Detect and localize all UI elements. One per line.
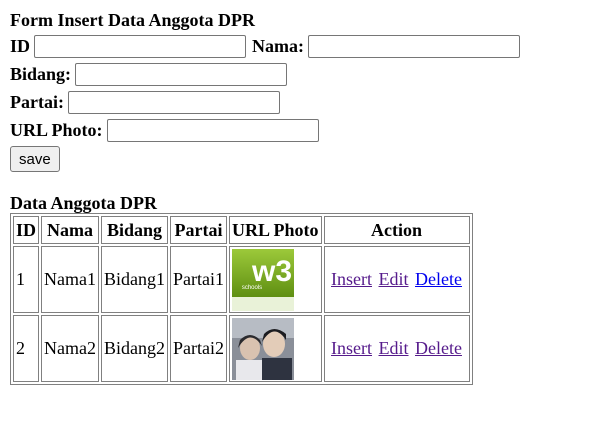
edit-link[interactable]: Edit <box>379 269 409 289</box>
cell-photo: w3 schools <box>229 246 322 313</box>
insert-link[interactable]: Insert <box>331 338 372 358</box>
form-row-id-nama: ID Nama: <box>10 32 521 60</box>
insert-link[interactable]: Insert <box>331 269 372 289</box>
cell-partai: Partai2 <box>170 315 227 382</box>
table-header-row: ID Nama Bidang Partai URL Photo Action <box>13 216 470 244</box>
header-action: Action <box>323 216 470 244</box>
save-button[interactable]: save <box>10 146 60 172</box>
url-photo-label: URL Photo: <box>10 120 103 140</box>
cell-action: Insert Edit Delete <box>323 246 470 313</box>
form-row-url: URL Photo: <box>10 116 520 144</box>
form-row-bidang: Bidang: <box>10 60 520 88</box>
bidang-input[interactable] <box>75 62 288 86</box>
edit-link[interactable]: Edit <box>379 338 409 358</box>
cell-id: 2 <box>13 315 40 382</box>
cell-id: 1 <box>13 246 40 313</box>
header-partai: Partai <box>170 216 227 244</box>
data-table: ID Nama Bidang Partai URL Photo Action 1… <box>10 213 473 385</box>
partai-label: Partai: <box>10 92 64 112</box>
cell-bidang: Bidang1 <box>101 246 168 313</box>
table-title: Data Anggota DPR <box>10 193 157 213</box>
w3-logo-subtext: schools <box>242 285 262 291</box>
form-title: Form Insert Data Anggota DPR <box>10 10 255 30</box>
cell-bidang: Bidang2 <box>101 315 168 382</box>
delete-link[interactable]: Delete <box>415 269 462 289</box>
table-row: 1 Nama1 Bidang1 Partai1 w3 schools Inser… <box>13 246 470 313</box>
page: Form Insert Data Anggota DPR ID Nama: Bi… <box>10 8 521 385</box>
bidang-label: Bidang: <box>10 64 72 84</box>
nama-input[interactable] <box>308 34 521 58</box>
w3-logo-text: w3 <box>251 255 292 288</box>
cell-action: Insert Edit Delete <box>323 315 470 382</box>
cell-photo <box>229 315 322 382</box>
person-photo-image <box>232 317 294 380</box>
id-label: ID <box>10 36 31 56</box>
header-bidang: Bidang <box>101 216 168 244</box>
w3schools-logo-image: w3 schools <box>232 248 294 311</box>
form-row-partai: Partai: <box>10 88 520 116</box>
cell-nama: Nama2 <box>41 315 99 382</box>
url-photo-input[interactable] <box>106 118 319 142</box>
header-url-photo: URL Photo <box>229 216 322 244</box>
id-input[interactable] <box>34 34 247 58</box>
partai-input[interactable] <box>67 90 280 114</box>
header-id: ID <box>13 216 40 244</box>
nama-label: Nama: <box>252 36 305 56</box>
cell-partai: Partai1 <box>170 246 227 313</box>
header-nama: Nama <box>41 216 99 244</box>
table-row: 2 Nama2 Bidang2 Partai2 Insert Edit Dele… <box>13 315 470 382</box>
delete-link[interactable]: Delete <box>415 338 462 358</box>
cell-nama: Nama1 <box>41 246 99 313</box>
